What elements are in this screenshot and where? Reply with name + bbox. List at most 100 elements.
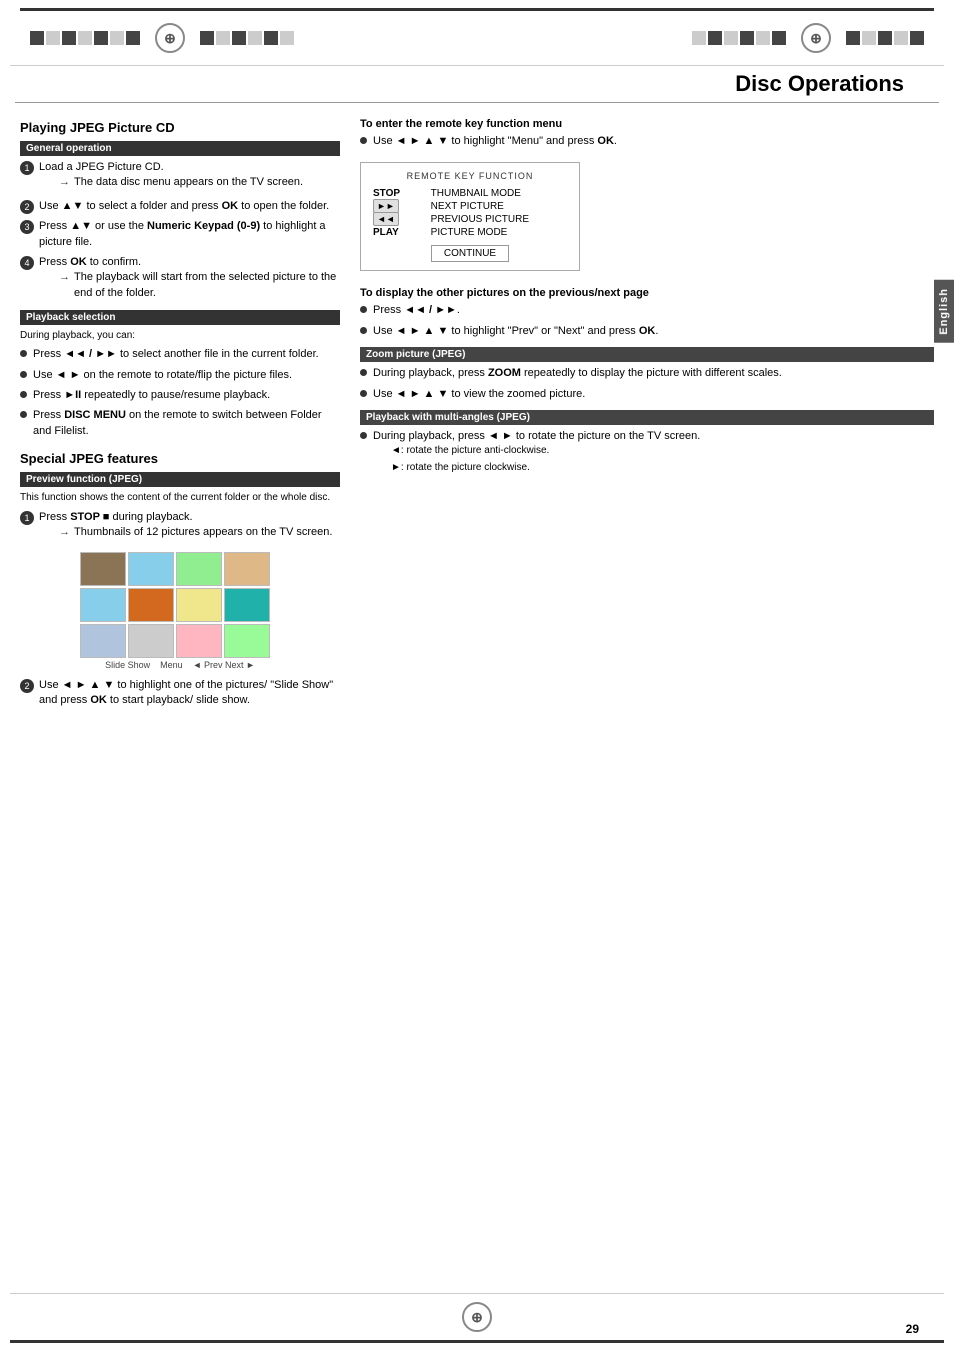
remote-menu-bullet: Use ◄ ► ▲ ▼ to highlight "Menu" and pres… (360, 134, 934, 149)
left-column: Playing JPEG Picture CD General operatio… (20, 118, 340, 714)
checker-right-1 (200, 31, 294, 45)
continue-button[interactable]: CONTINUE (431, 245, 509, 262)
ob1-content: Press ◄◄ / ►►. (373, 303, 934, 318)
thumb-10 (128, 624, 174, 658)
mb1-content: During playback, press ◄ ► to rotate the… (373, 429, 934, 478)
step-num-2: 2 (20, 200, 34, 214)
checker-cell (708, 31, 722, 45)
zoom-section: Zoom picture (JPEG) During playback, pre… (360, 347, 934, 402)
pb1-content: Press ◄◄ / ►► to select another file in … (33, 347, 340, 362)
checker-cell (30, 31, 44, 45)
key-play: PLAY (373, 226, 431, 239)
multiangle-bullet-1: During playback, press ◄ ► to rotate the… (360, 429, 934, 478)
remote-menu-title: To enter the remote key function menu (360, 118, 934, 130)
checker-cell (878, 31, 892, 45)
page-title: Disc Operations (15, 66, 939, 103)
checker-left (30, 31, 140, 45)
special-jpeg-title: Special JPEG features (20, 451, 340, 466)
footer-compass: ⊕ (462, 1302, 492, 1332)
preview-step-2-content: Use ◄ ► ▲ ▼ to highlight one of the pict… (39, 678, 340, 709)
thumb-8 (224, 588, 270, 622)
remote-menu-text: Use ◄ ► ▲ ▼ to highlight "Menu" and pres… (373, 134, 934, 149)
step-2: 2 Use ▲▼ to select a folder and press OK… (20, 199, 340, 214)
step-4: 4 Press OK to confirm. → The playback wi… (20, 255, 340, 304)
preview-num-1: 1 (20, 511, 34, 525)
bottom-border (10, 1340, 944, 1343)
remote-key-row-rw: ◄◄ PREVIOUS PICTURE (373, 213, 567, 226)
thumb-nav: Slide Show Menu ◄ Prev Next ► (80, 660, 280, 670)
other-bullet-1: Press ◄◄ / ►►. (360, 303, 934, 318)
multiangle-bar: Playback with multi-angles (JPEG) (360, 410, 934, 425)
page-content: Playing JPEG Picture CD General operatio… (0, 108, 954, 724)
checker-cell (110, 31, 124, 45)
header-wrapper: ⊕ ⊕ (0, 0, 954, 66)
checker-cell (846, 31, 860, 45)
checker-cell (232, 31, 246, 45)
multiangle-section: Playback with multi-angles (JPEG) During… (360, 410, 934, 478)
preview-text: This function shows the content of the c… (20, 491, 340, 505)
bullet-dot (20, 371, 27, 378)
ob2-content: Use ◄ ► ▲ ▼ to highlight "Prev" or "Next… (373, 324, 934, 339)
header-bar: ⊕ ⊕ (10, 11, 944, 66)
preview-step-1-arrow: → Thumbnails of 12 pictures appears on t… (59, 525, 340, 540)
pb4-content: Press DISC MENU on the remote to switch … (33, 408, 340, 439)
playback-bullet-1: Press ◄◄ / ►► to select another file in … (20, 347, 340, 362)
checker-cell (772, 31, 786, 45)
checker-cell (248, 31, 262, 45)
fn-picture: PICTURE MODE (431, 226, 567, 239)
checker-cell (78, 31, 92, 45)
step-num-1: 1 (20, 161, 34, 175)
checker-cell (216, 31, 230, 45)
thumb-1 (80, 552, 126, 586)
checker-cell (692, 31, 706, 45)
checker-cell (264, 31, 278, 45)
remote-key-function-box: REMOTE KEY FUNCTION STOP THUMBNAIL MODE … (360, 162, 580, 271)
zoom-bullet-2: Use ◄ ► ▲ ▼ to view the zoomed picture. (360, 387, 934, 402)
bullet-dot (360, 369, 367, 376)
preview-num-2: 2 (20, 679, 34, 693)
preview-step-1: 1 Press STOP ■ during playback. → Thumbn… (20, 510, 340, 544)
thumb-7 (176, 588, 222, 622)
step-num-4: 4 (20, 256, 34, 270)
pb2-content: Use ◄ ► on the remote to rotate/flip the… (33, 368, 340, 383)
thumb-row-1 (80, 552, 280, 586)
playback-intro: During playback, you can: (20, 329, 340, 343)
step-1: 1 Load a JPEG Picture CD. → The data dis… (20, 160, 340, 194)
compass-icon-right: ⊕ (801, 23, 831, 53)
preview-function-bar: Preview function (JPEG) (20, 472, 340, 487)
fn-next: NEXT PICTURE (431, 200, 567, 213)
step-3-content: Press ▲▼ or use the Numeric Keypad (0-9)… (39, 219, 340, 250)
checker-cell (756, 31, 770, 45)
general-operation-bar: General operation (20, 141, 340, 156)
footer: ⊕ (0, 1293, 954, 1351)
compass-icon-left: ⊕ (155, 23, 185, 53)
checker-right-2 (846, 31, 924, 45)
remote-key-title: REMOTE KEY FUNCTION (373, 171, 567, 181)
playing-jpeg-title: Playing JPEG Picture CD (20, 120, 340, 135)
zb1-content: During playback, press ZOOM repeatedly t… (373, 366, 934, 381)
step-1-arrow: → The data disc menu appears on the TV s… (59, 175, 340, 190)
thumbnail-grid: Slide Show Menu ◄ Prev Next ► (80, 552, 280, 670)
zoom-bar: Zoom picture (JPEG) (360, 347, 934, 362)
bullet-dot (360, 390, 367, 397)
playback-bullet-3: Press ►II repeatedly to pause/resume pla… (20, 388, 340, 403)
checker-cell (94, 31, 108, 45)
slide-show-label: Slide Show (105, 660, 150, 670)
checker-cell (62, 31, 76, 45)
step-2-content: Use ▲▼ to select a folder and press OK t… (39, 199, 340, 214)
checker-cell (894, 31, 908, 45)
playback-bullet-4: Press DISC MENU on the remote to switch … (20, 408, 340, 439)
checker-right (692, 31, 786, 45)
bullet-dot (20, 350, 27, 357)
bullet-dot (20, 391, 27, 398)
bullet-dot (360, 306, 367, 313)
step-4-arrow: → The playback will start from the selec… (59, 270, 340, 301)
thumb-5 (80, 588, 126, 622)
zb2-content: Use ◄ ► ▲ ▼ to view the zoomed picture. (373, 387, 934, 402)
remote-key-row-ff: ►► NEXT PICTURE (373, 200, 567, 213)
checker-cell (46, 31, 60, 45)
checker-cell (126, 31, 140, 45)
thumb-4 (224, 552, 270, 586)
right-column: To enter the remote key function menu Us… (360, 118, 934, 714)
language-tab: English (934, 280, 954, 343)
